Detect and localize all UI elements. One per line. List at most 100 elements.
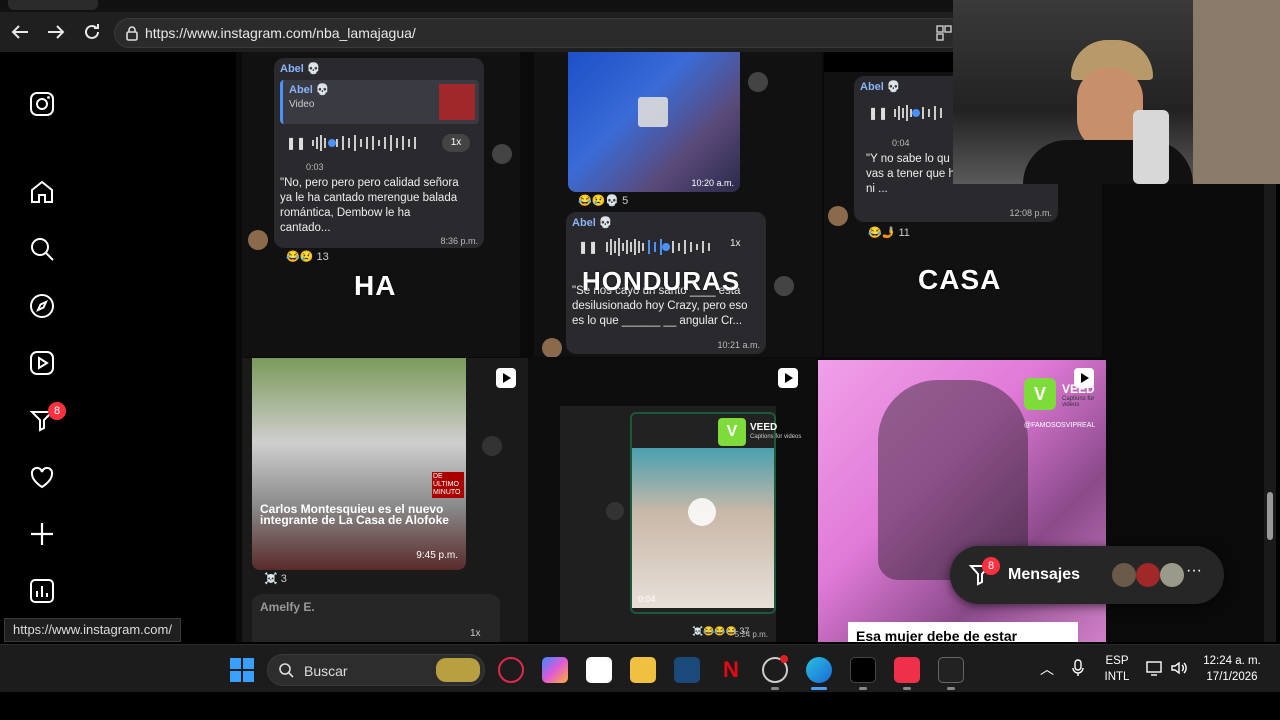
disney-plus-icon[interactable] xyxy=(674,657,700,683)
avatar xyxy=(1136,563,1160,587)
voice-duration: 0:03 xyxy=(306,162,324,172)
share-icon[interactable] xyxy=(606,502,624,520)
veed-logo-icon: V xyxy=(1024,378,1056,410)
file-explorer-icon[interactable] xyxy=(630,657,656,683)
active-indicator xyxy=(811,687,827,690)
reactions: 😂😢💀 5 xyxy=(578,195,629,207)
message-time: 10:21 a.m. xyxy=(717,340,760,350)
watermark: @FAMOSOSVIPREAL xyxy=(1024,422,1096,429)
post-tile[interactable]: DE ÚLTIMO MINUTO Carlos Montesquieu es e… xyxy=(242,358,528,642)
home-icon[interactable] xyxy=(28,178,56,206)
quoted-message: Abel 💀 Video xyxy=(280,80,479,124)
waveform xyxy=(606,238,710,256)
share-icon[interactable] xyxy=(748,72,768,92)
search-highlight-image xyxy=(436,658,480,682)
microphone-icon[interactable] xyxy=(1070,659,1086,677)
sender-name: Amelfy E. xyxy=(260,600,315,614)
microsoft-store-icon[interactable] xyxy=(586,657,612,683)
avatar xyxy=(828,206,848,226)
veed-tagline: Captions for videos xyxy=(750,434,802,440)
windows-start-icon[interactable] xyxy=(229,657,255,683)
scroll-thumb[interactable] xyxy=(1267,492,1273,540)
pause-icon[interactable]: ❚❚ xyxy=(286,136,306,150)
edge-icon[interactable] xyxy=(806,657,832,683)
dashboard-icon[interactable] xyxy=(28,577,56,605)
share-icon[interactable] xyxy=(482,436,502,456)
speed-button[interactable]: 1x xyxy=(470,628,481,639)
copilot-icon[interactable] xyxy=(542,657,568,683)
news-time: 9:45 p.m. xyxy=(416,550,458,561)
reload-icon[interactable] xyxy=(80,20,104,44)
news-badge: DE ÚLTIMO MINUTO xyxy=(432,472,464,498)
reactions: ☠️ 3 xyxy=(264,573,287,585)
video-caption: Esa mujer debe de estar xyxy=(848,622,1078,642)
caption-overlay: HONDURAS xyxy=(582,266,741,296)
voice-duration: 0:04 xyxy=(892,138,910,148)
microphone-icon[interactable] xyxy=(492,144,512,164)
microphone xyxy=(1133,110,1169,184)
windows-taskbar: Buscar N ︿ ESP INTL 12:24 a. m. 17/1/202… xyxy=(0,644,1280,693)
netflix-icon[interactable]: N xyxy=(718,657,744,683)
tiktok-icon[interactable] xyxy=(850,657,876,683)
more-icon[interactable]: ··· xyxy=(1186,562,1202,580)
page-scrollbar[interactable] xyxy=(1264,184,1276,642)
play-icon[interactable] xyxy=(688,498,716,526)
speed-button[interactable]: 1x xyxy=(442,134,470,152)
messages-button[interactable]: 8 Mensajes ··· xyxy=(950,546,1224,604)
back-icon[interactable] xyxy=(8,20,32,44)
veed-brand: VEED xyxy=(750,422,778,433)
explore-compass-icon[interactable] xyxy=(28,292,56,320)
messages-badge: 8 xyxy=(982,557,1000,575)
clock-time[interactable]: 12:24 a. m. xyxy=(1196,655,1268,667)
reel-icon[interactable] xyxy=(1074,368,1094,388)
reels-icon[interactable] xyxy=(28,349,56,377)
reel-icon[interactable] xyxy=(778,368,798,388)
clock-date[interactable]: 17/1/2026 xyxy=(1196,671,1268,683)
running-indicator xyxy=(903,687,911,690)
post-tile[interactable]: 10:20 a.m. 😂😢💀 5 Abel 💀 ❚❚ 1x "Se nos ca… xyxy=(534,52,822,357)
reel-icon[interactable] xyxy=(496,368,516,388)
video-duration: 0:04 xyxy=(638,594,656,604)
forward-icon[interactable] xyxy=(44,20,68,44)
address-bar[interactable]: https://www.instagram.com/nba_lamajagua/ xyxy=(114,18,964,48)
post-tile[interactable]: 0:04 5:24 p.m. V VEED Captions for video… xyxy=(528,358,816,642)
post-tile[interactable]: Abel 💀 Abel 💀 Video ❚❚ 1x 0:03 "No, pero… xyxy=(242,52,520,357)
chevron-up-icon[interactable]: ︿ xyxy=(1040,659,1054,679)
opera-icon[interactable] xyxy=(498,657,524,683)
notifications-badge: 8 xyxy=(48,402,66,420)
sender-name: Abel 💀 xyxy=(280,63,321,75)
reactions: 😂🤳 11 xyxy=(868,227,910,239)
quoted-sender: Abel 💀 xyxy=(289,84,330,96)
language-top[interactable]: ESP xyxy=(1100,655,1134,667)
search-label: Buscar xyxy=(304,663,348,679)
speed-button[interactable]: 1x xyxy=(730,238,741,249)
search-icon xyxy=(278,662,294,678)
search-icon[interactable] xyxy=(28,235,56,263)
heart-icon[interactable] xyxy=(28,463,56,491)
extensions-icon[interactable] xyxy=(935,24,953,42)
message-time: 12:08 p.m. xyxy=(1009,208,1052,218)
url-text[interactable]: https://www.instagram.com/nba_lamajagua/ xyxy=(145,25,416,41)
create-plus-icon[interactable] xyxy=(28,520,56,548)
apple-music-icon[interactable] xyxy=(894,657,920,683)
network-icon[interactable] xyxy=(1146,659,1164,677)
avatar xyxy=(542,338,562,357)
epic-games-icon[interactable] xyxy=(938,657,964,683)
microphone-icon[interactable] xyxy=(774,276,794,296)
pause-icon[interactable]: ❚❚ xyxy=(578,240,598,254)
message-time: 8:36 p.m. xyxy=(440,236,478,246)
video-message: 0:04 5:24 p.m. xyxy=(630,412,776,639)
veed-tagline: Captions for videos xyxy=(1062,396,1095,408)
taskbar-search[interactable]: Buscar xyxy=(267,654,485,686)
language-bottom[interactable]: INTL xyxy=(1100,671,1134,683)
browser-tab[interactable] xyxy=(8,0,98,10)
avatar xyxy=(1160,563,1184,587)
video-thumbnail xyxy=(632,448,774,608)
instagram-sidebar xyxy=(4,52,236,642)
volume-icon[interactable] xyxy=(1170,659,1188,677)
quoted-thumbnail xyxy=(439,84,475,120)
lock-icon[interactable] xyxy=(125,25,139,41)
news-headline: Carlos Montesquieu es el nuevo integrant… xyxy=(260,502,449,527)
pause-icon[interactable]: ❚❚ xyxy=(868,106,888,120)
instagram-logo-icon[interactable] xyxy=(28,90,56,118)
